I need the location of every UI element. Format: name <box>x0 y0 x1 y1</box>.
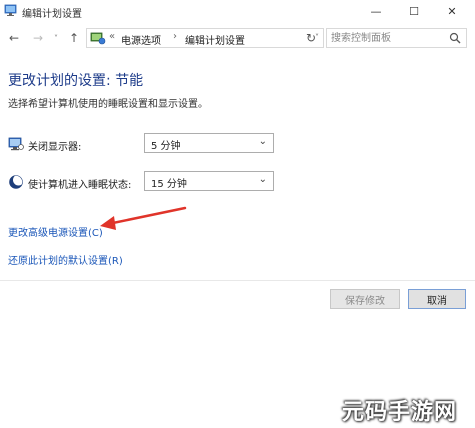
address-bar-row: ← → ˅ ↑ « 电源选项 › 编辑计划设置 ˅ ↻ <box>0 24 475 54</box>
power-options-app-icon <box>4 4 17 16</box>
display-off-dropdown[interactable]: 5 分钟 ⌄ <box>144 133 274 153</box>
control-panel-icon <box>90 32 106 45</box>
refresh-button[interactable]: ↻ <box>303 30 319 46</box>
save-changes-button[interactable]: 保存修改 <box>330 289 400 309</box>
recent-locations-button[interactable]: ˅ <box>48 30 64 46</box>
display-off-value: 5 分钟 <box>151 141 181 152</box>
back-button[interactable]: ← <box>6 30 22 46</box>
display-off-label: 关闭显示器: <box>28 142 82 153</box>
maximize-button[interactable]: ☐ <box>396 0 432 22</box>
breadcrumb-root-separator[interactable]: « <box>109 31 115 42</box>
search-icon <box>449 32 461 44</box>
monitor-icon <box>8 137 24 151</box>
minimize-button[interactable]: — <box>358 0 394 22</box>
title-bar: 编辑计划设置 — ☐ ✕ <box>0 0 475 22</box>
address-bar[interactable]: « 电源选项 › 编辑计划设置 ˅ <box>86 28 324 48</box>
sleep-dropdown[interactable]: 15 分钟 ⌄ <box>144 171 274 191</box>
sleep-value: 15 分钟 <box>151 179 187 190</box>
divider <box>0 280 475 281</box>
watermark-text: 元码手游网 <box>342 400 458 425</box>
up-button[interactable]: ↑ <box>66 30 82 46</box>
breadcrumb-separator[interactable]: › <box>173 31 177 42</box>
sleep-label: 使计算机进入睡眠状态: <box>28 180 132 191</box>
display-off-setting: 关闭显示器: 5 分钟 ⌄ <box>8 133 288 155</box>
watermark: 元码手游网 <box>330 388 475 428</box>
cancel-button[interactable]: 取消 <box>408 289 466 309</box>
advanced-power-settings-link[interactable]: 更改高级电源设置(C) <box>8 224 103 239</box>
breadcrumb-edit-plan[interactable]: 编辑计划设置 <box>185 32 245 47</box>
forward-button[interactable]: → <box>30 30 46 46</box>
search-box[interactable] <box>326 28 467 48</box>
close-button[interactable]: ✕ <box>434 0 470 22</box>
chevron-down-icon: ⌄ <box>258 136 267 147</box>
page-description: 选择希望计算机使用的睡眠设置和显示设置。 <box>8 99 208 110</box>
page-heading: 更改计划的设置: 节能 <box>8 73 144 89</box>
window-title: 编辑计划设置 <box>22 9 82 20</box>
restore-defaults-link[interactable]: 还原此计划的默认设置(R) <box>8 252 123 267</box>
search-input[interactable] <box>331 31 441 45</box>
moon-icon <box>9 174 24 189</box>
sleep-setting: 使计算机进入睡眠状态: 15 分钟 ⌄ <box>8 171 288 193</box>
chevron-down-icon: ⌄ <box>258 174 267 185</box>
breadcrumb-power-options[interactable]: 电源选项 <box>121 32 161 47</box>
annotation-arrow-icon <box>100 206 187 230</box>
